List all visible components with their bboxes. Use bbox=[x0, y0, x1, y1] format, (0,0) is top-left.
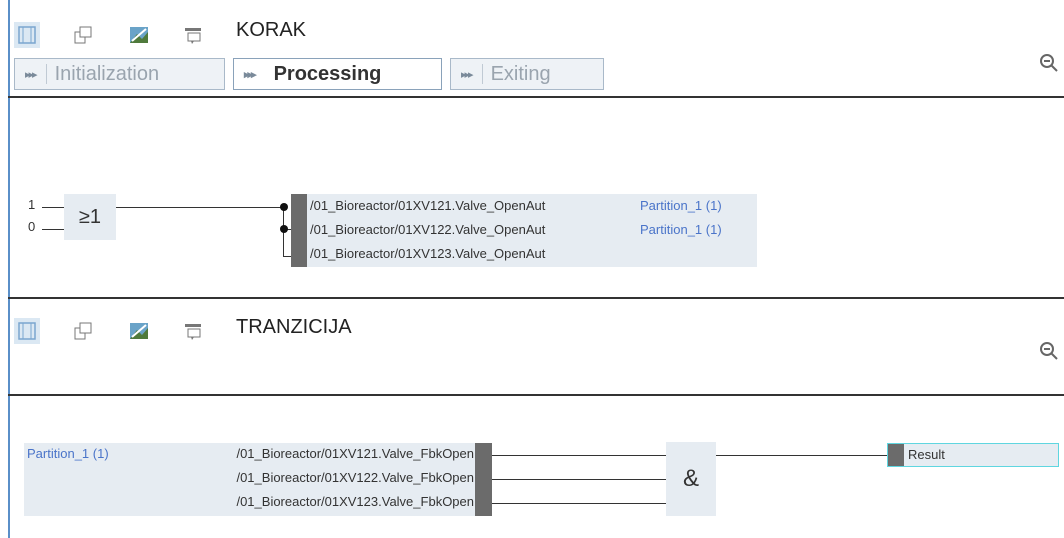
divider bbox=[8, 394, 1064, 396]
tab-label: Processing bbox=[273, 62, 382, 85]
or-gate[interactable]: ≥1 bbox=[64, 194, 116, 240]
signal-name[interactable]: /01_Bioreactor/01XV122.Valve_FbkOpen bbox=[236, 470, 474, 485]
copy-icon[interactable] bbox=[70, 22, 96, 48]
play-icon: ▸▸▸ bbox=[25, 68, 38, 81]
junction-dot bbox=[280, 225, 288, 233]
result-output[interactable]: Result bbox=[887, 443, 1059, 467]
signal-name[interactable]: /01_Bioreactor/01XV122.Valve_OpenAut bbox=[310, 222, 545, 237]
connection-line bbox=[116, 207, 284, 208]
input-value: 0 bbox=[28, 219, 36, 234]
junction-dot bbox=[280, 203, 288, 211]
view-frame-icon[interactable] bbox=[14, 318, 40, 344]
play-icon: ▸▸▸ bbox=[461, 68, 474, 81]
connection-line bbox=[716, 455, 888, 456]
connector-bar bbox=[475, 443, 492, 516]
signal-name[interactable]: /01_Bioreactor/01XV121.Valve_FbkOpen bbox=[236, 446, 474, 461]
input-value: 1 bbox=[28, 197, 36, 212]
view-frame-icon[interactable] bbox=[14, 22, 40, 48]
copy-icon[interactable] bbox=[70, 318, 96, 344]
image-icon[interactable] bbox=[126, 318, 152, 344]
tab-exiting[interactable]: ▸▸▸ Exiting bbox=[450, 58, 604, 90]
partition-label: Partition_1 (1) bbox=[640, 198, 722, 213]
connection-line bbox=[492, 503, 666, 504]
tab-processing[interactable]: ▸▸▸ Processing bbox=[233, 58, 442, 90]
step-title: KORAK bbox=[236, 19, 307, 41]
signal-name[interactable]: /01_Bioreactor/01XV123.Valve_OpenAut bbox=[310, 246, 545, 261]
signal-name[interactable]: /01_Bioreactor/01XV123.Valve_FbkOpen bbox=[236, 494, 474, 509]
comment-icon[interactable] bbox=[180, 318, 206, 344]
comment-icon[interactable] bbox=[180, 22, 206, 48]
connection-line bbox=[492, 479, 666, 480]
zoom-out-icon[interactable] bbox=[1038, 340, 1060, 362]
partition-label: Partition_1 (1) bbox=[640, 222, 722, 237]
divider bbox=[8, 297, 1064, 299]
zoom-out-icon[interactable] bbox=[1038, 52, 1060, 74]
tab-initialization[interactable]: ▸▸▸ Initialization bbox=[14, 58, 225, 90]
partition-label: Partition_1 (1) bbox=[27, 446, 109, 461]
image-icon[interactable] bbox=[126, 22, 152, 48]
connector-bar bbox=[291, 194, 307, 267]
result-label: Result bbox=[908, 447, 945, 462]
tab-label: Initialization bbox=[54, 62, 160, 85]
divider bbox=[8, 96, 1064, 98]
tab-label: Exiting bbox=[490, 62, 551, 85]
connection-line bbox=[492, 455, 666, 456]
and-gate[interactable]: & bbox=[666, 442, 716, 516]
play-icon: ▸▸▸ bbox=[244, 68, 257, 81]
transition-title: TRANZICIJA bbox=[236, 316, 352, 338]
signal-name[interactable]: /01_Bioreactor/01XV121.Valve_OpenAut bbox=[310, 198, 545, 213]
